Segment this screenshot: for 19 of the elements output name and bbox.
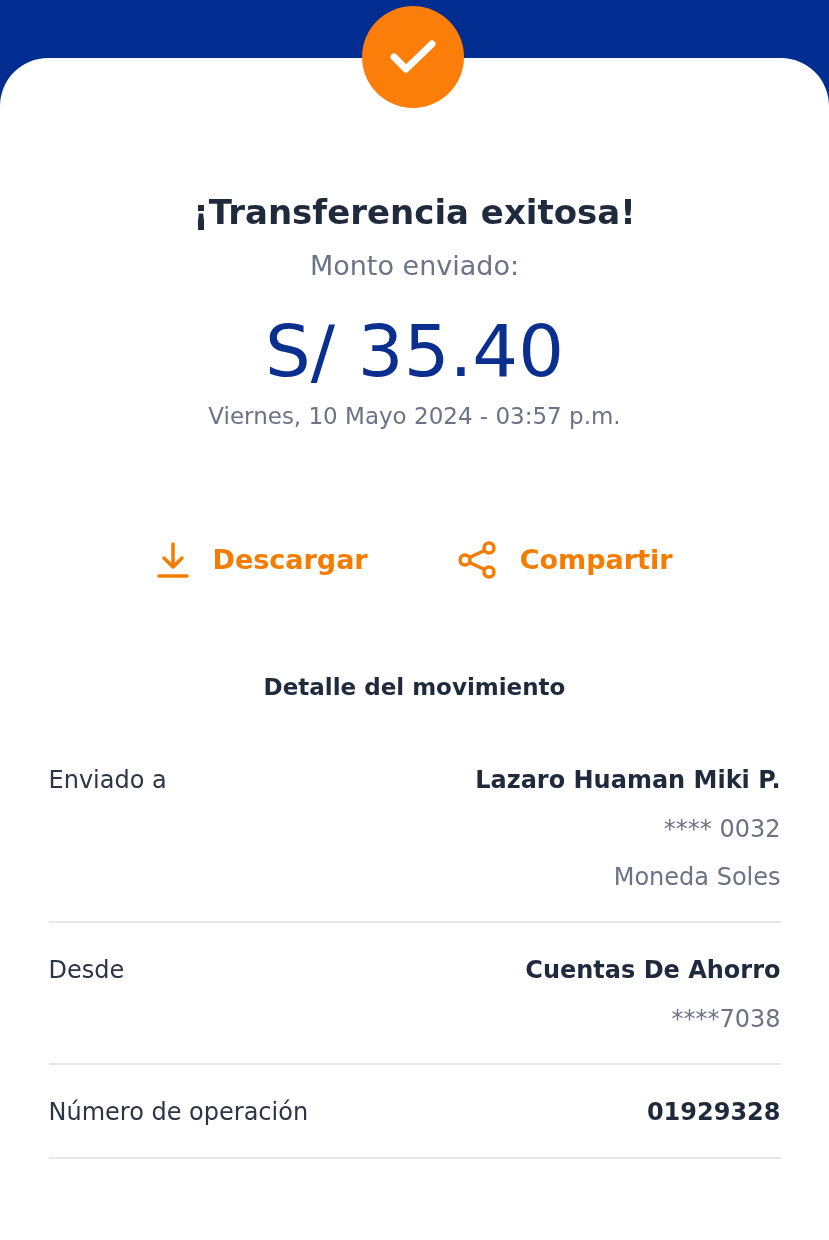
amount: S/ 35.40 xyxy=(265,308,564,394)
share-icon xyxy=(455,540,498,581)
detail-subvalue: Moneda Soles xyxy=(613,861,781,893)
amount-label: Monto enviado: xyxy=(309,249,520,283)
download-icon xyxy=(156,541,191,580)
section-title: Detalle del movimiento xyxy=(263,672,566,702)
title: ¡Transferencia exitosa! xyxy=(193,191,636,234)
detail-label: Desde xyxy=(48,954,125,986)
date-time: Viernes, 10 Mayo 2024 - 03:57 p.m. xyxy=(208,402,621,431)
download-button[interactable]: Descargar xyxy=(156,540,368,581)
detail-value: Cuentas De Ahorro xyxy=(525,954,781,986)
detail-value: Lazaro Huaman Miki P. xyxy=(475,764,781,796)
detail-label: Enviado a xyxy=(48,764,167,796)
share-button[interactable]: Compartir xyxy=(455,540,673,581)
check-icon xyxy=(389,39,437,75)
detail-label: Número de operación xyxy=(48,1096,309,1128)
detail-subvalue: ****7038 xyxy=(671,1003,781,1035)
detail-value: 01929328 xyxy=(646,1096,781,1128)
detail-subvalue: **** 0032 xyxy=(663,813,781,845)
